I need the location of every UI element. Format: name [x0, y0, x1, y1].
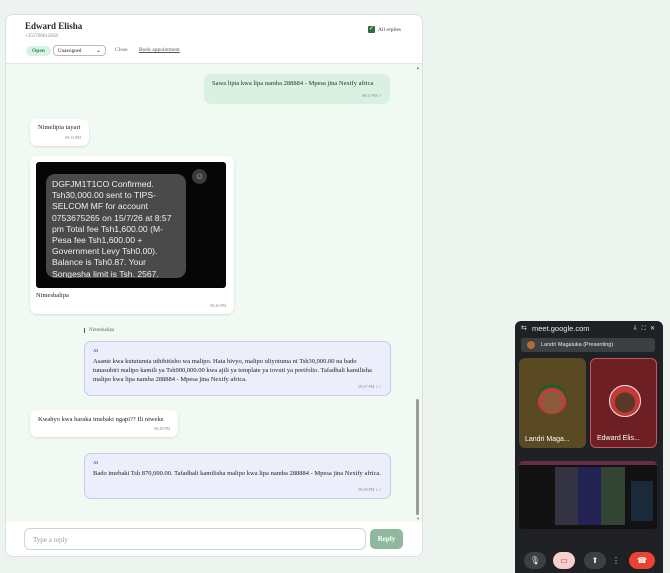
quoted-message[interactable]: Nimeshalipa [84, 328, 114, 333]
participant-avatar [609, 385, 641, 417]
assignee-select[interactable]: Unassigned ⌄ [53, 45, 106, 56]
participant-name: Edward Elis... [597, 435, 640, 442]
participant-tile[interactable]: Edward Elis... [590, 358, 657, 448]
message-time: 09:28 PM ✓✓ [358, 487, 382, 492]
site-settings-icon[interactable]: ⇆ [521, 321, 527, 337]
close-button[interactable]: Close [115, 47, 128, 53]
presenting-banner[interactable]: Landri Magaluka (Presenting) [521, 338, 655, 352]
camera-off-icon[interactable]: ▭ [553, 552, 575, 569]
present-screen-icon[interactable]: ⬆ [584, 552, 606, 569]
assignee-value: Unassigned [58, 49, 82, 54]
avatar [527, 341, 535, 349]
smiley-icon: ☺ [192, 169, 207, 184]
message-text: Nimelipia tayari [38, 124, 81, 131]
payment-screenshot-image[interactable]: DGFJM1T1CO Confirmed. Tsh30,000.00 sent … [36, 162, 226, 288]
message-incoming: Nimelipia tayari 09:13 PM [30, 119, 89, 146]
message-time: 09:28 PM [154, 426, 170, 431]
chevron-down-icon: ⌄ [95, 48, 101, 54]
ai-tag: AI [93, 348, 99, 353]
contact-name: Edward Elisha [25, 21, 83, 31]
ai-tag: AI [93, 460, 99, 465]
scroll-up-icon[interactable]: ▲ [416, 65, 420, 70]
meet-controls: 🎙 ▭ ⬆ ⋮ ☎ [515, 550, 663, 573]
message-incoming: Kwahyo kwa haraka imebaki ngapi?? Ili ni… [30, 410, 178, 437]
meet-url: meet.google.com [532, 324, 590, 333]
window-controls-icon[interactable]: ⇩⛶✕ [633, 321, 659, 337]
message-time: 09:27 PM ✓✓ [358, 384, 382, 389]
status-badge[interactable]: Open [26, 46, 51, 56]
checkbox-checked-icon[interactable]: ✓ [368, 26, 375, 33]
contact-phone: +255766615858 [25, 34, 58, 39]
message-list[interactable]: Sawa lipia kwa lipa namba 288884 - Mpesa… [6, 64, 422, 522]
meet-pip-window: ⇆ meet.google.com ⇩⛶✕ Landri Magaluka (P… [515, 321, 663, 573]
message-outgoing-ai: AI Asante kwa kututumia uthibitisho wa m… [84, 341, 391, 396]
participant-avatar [537, 384, 567, 414]
conversation-panel: Edward Elisha +255766615858 Open Unassig… [5, 14, 423, 557]
message-text: Asante kwa kututumia uthibitisho wa mali… [93, 358, 372, 383]
message-caption: Nimeshalipa [36, 292, 69, 299]
reply-button[interactable]: Reply [370, 529, 403, 549]
book-appointment-link[interactable]: Book appointment [139, 47, 180, 53]
all-replies-toggle[interactable]: ✓ All replies [368, 26, 401, 33]
meet-title-bar: ⇆ meet.google.com ⇩⛶✕ [515, 321, 663, 337]
message-incoming-image: DGFJM1T1CO Confirmed. Tsh30,000.00 sent … [30, 156, 234, 314]
participant-name: Landri Maga... [525, 436, 570, 443]
reply-input[interactable]: Type a reply [24, 528, 366, 550]
message-text: Bado imebaki Tsh 870,000.00. Tafadhali k… [93, 470, 381, 477]
scroll-down-icon[interactable]: ▼ [416, 516, 420, 521]
all-replies-label: All replies [378, 26, 402, 33]
participant-tile[interactable]: Landri Maga... [519, 358, 586, 448]
reply-composer: Type a reply Reply [6, 522, 422, 556]
hang-up-icon[interactable]: ☎ [629, 552, 655, 569]
message-time: 09:13 PM [65, 135, 81, 140]
scrollbar[interactable]: ▲ ▼ [414, 64, 422, 522]
message-time: 09:26 PM [210, 303, 226, 308]
conversation-header: Edward Elisha +255766615858 Open Unassig… [6, 15, 422, 64]
message-outgoing-ai: AI Bado imebaki Tsh 870,000.00. Tafadhal… [84, 453, 391, 499]
screen-share-preview[interactable] [519, 461, 657, 529]
scrollbar-thumb[interactable] [416, 399, 419, 515]
sms-text: DGFJM1T1CO Confirmed. Tsh30,000.00 sent … [46, 174, 186, 278]
message-text: Kwahyo kwa haraka imebaki ngapi?? Ili ni… [38, 416, 164, 423]
message-outgoing: Sawa lipia kwa lipa namba 288884 - Mpesa… [204, 74, 390, 104]
message-text: Sawa lipia kwa lipa namba 288884 - Mpesa… [212, 80, 374, 87]
message-time: 09:11 PM ✓ [361, 93, 382, 98]
microphone-icon[interactable]: 🎙 [524, 552, 546, 569]
more-vert-icon[interactable]: ⋮ [612, 552, 620, 569]
presenting-label: Landri Magaluka (Presenting) [541, 342, 614, 348]
